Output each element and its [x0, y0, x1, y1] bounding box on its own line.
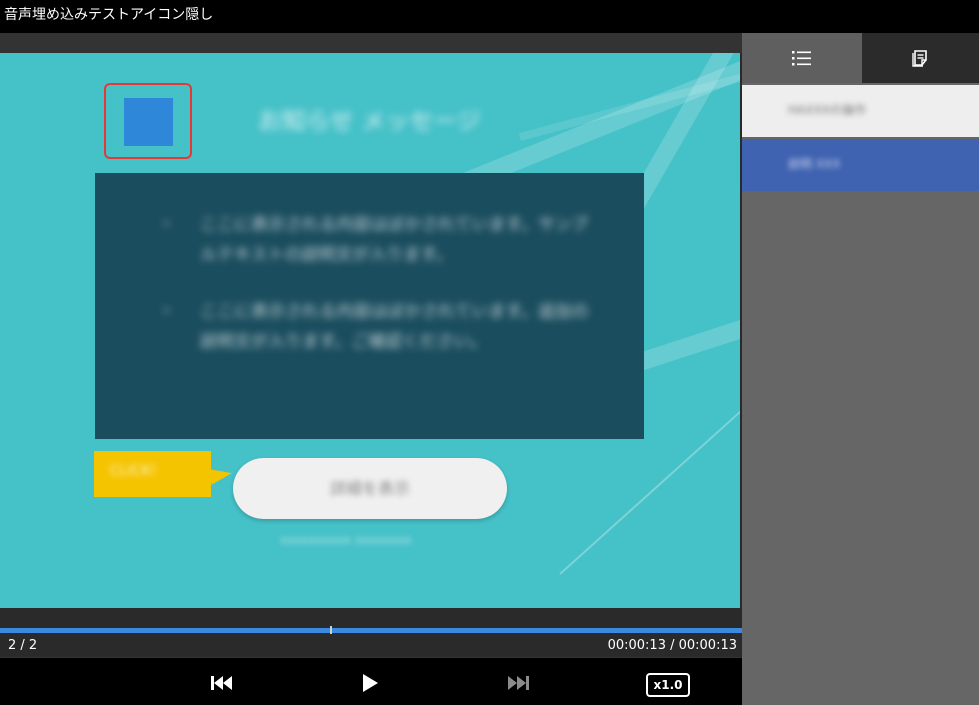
callout-label: CLICK!: [110, 463, 157, 479]
bullet-text: ここに表示される内容はぼかされています。追加の説明文が入ります。ご確認ください。: [200, 302, 589, 352]
slide-list-item-selected[interactable]: 説明 XXX: [742, 139, 979, 191]
control-bar: x1.0: [0, 657, 742, 705]
audio-icon[interactable]: [124, 98, 173, 146]
title-bar: 音声埋め込みテストアイコン隠し: [0, 0, 979, 33]
play-button[interactable]: [356, 672, 384, 694]
bullet-item: ・ ここに表示される内容はぼかされています。追加の説明文が入ります。ご確認くださ…: [158, 297, 600, 357]
previous-slide-button[interactable]: [208, 672, 236, 694]
window-title: 音声埋め込みテストアイコン隠し: [4, 7, 214, 23]
player: お知らせ メッセージ ・ ここに表示される内容はぼかされています。サンプルテキス…: [0, 33, 742, 705]
bullet-dot: ・: [158, 215, 175, 235]
app-window: 音声埋め込みテストアイコン隠し お知らせ メッセージ ・ ここに表示される内容は…: [0, 0, 979, 705]
bullet-text: ここに表示される内容はぼかされています。サンプルテキストの説明文が入ります。: [200, 215, 589, 265]
slide-sub-caption: xxxxxxxxxx xxxxxxxx: [280, 533, 412, 547]
skip-next-icon: [508, 676, 529, 690]
progress-fill: [0, 628, 742, 633]
slide-list-item-label: 説明 XXX: [788, 157, 841, 171]
decorative-stripe: [637, 279, 740, 371]
next-slide-button[interactable]: [504, 672, 532, 694]
tab-notes[interactable]: [862, 33, 979, 83]
slide-list-item-label: HAXXXの操作: [788, 103, 866, 117]
callout-arrow: [208, 465, 234, 485]
list-icon: [792, 51, 811, 66]
skip-previous-icon: [211, 676, 232, 690]
play-icon: [363, 674, 378, 692]
slide-counter: 2 / 2: [8, 638, 38, 653]
slide-canvas: お知らせ メッセージ ・ ここに表示される内容はぼかされています。サンプルテキス…: [0, 53, 740, 608]
bullet-item: ・ ここに表示される内容はぼかされています。サンプルテキストの説明文が入ります。: [158, 210, 600, 270]
tab-slide-list[interactable]: [742, 33, 862, 83]
slide-list-item[interactable]: HAXXXの操作: [742, 85, 979, 137]
notes-icon: [911, 50, 927, 67]
slide-action-button[interactable]: 詳細を表示: [233, 458, 507, 519]
bullet-dot: ・: [158, 302, 175, 322]
slide-title: お知らせ メッセージ: [258, 107, 481, 135]
progress-bar[interactable]: [0, 628, 742, 633]
sidebar: HAXXXの操作 説明 XXX: [742, 33, 979, 705]
slide-boundary-marker: [330, 626, 332, 634]
player-top-strip: [0, 33, 742, 53]
playback-speed-button[interactable]: x1.0: [646, 673, 690, 697]
time-display: 00:00:13 / 00:00:13: [607, 638, 737, 653]
slide-action-button-label: 詳細を表示: [329, 479, 410, 498]
